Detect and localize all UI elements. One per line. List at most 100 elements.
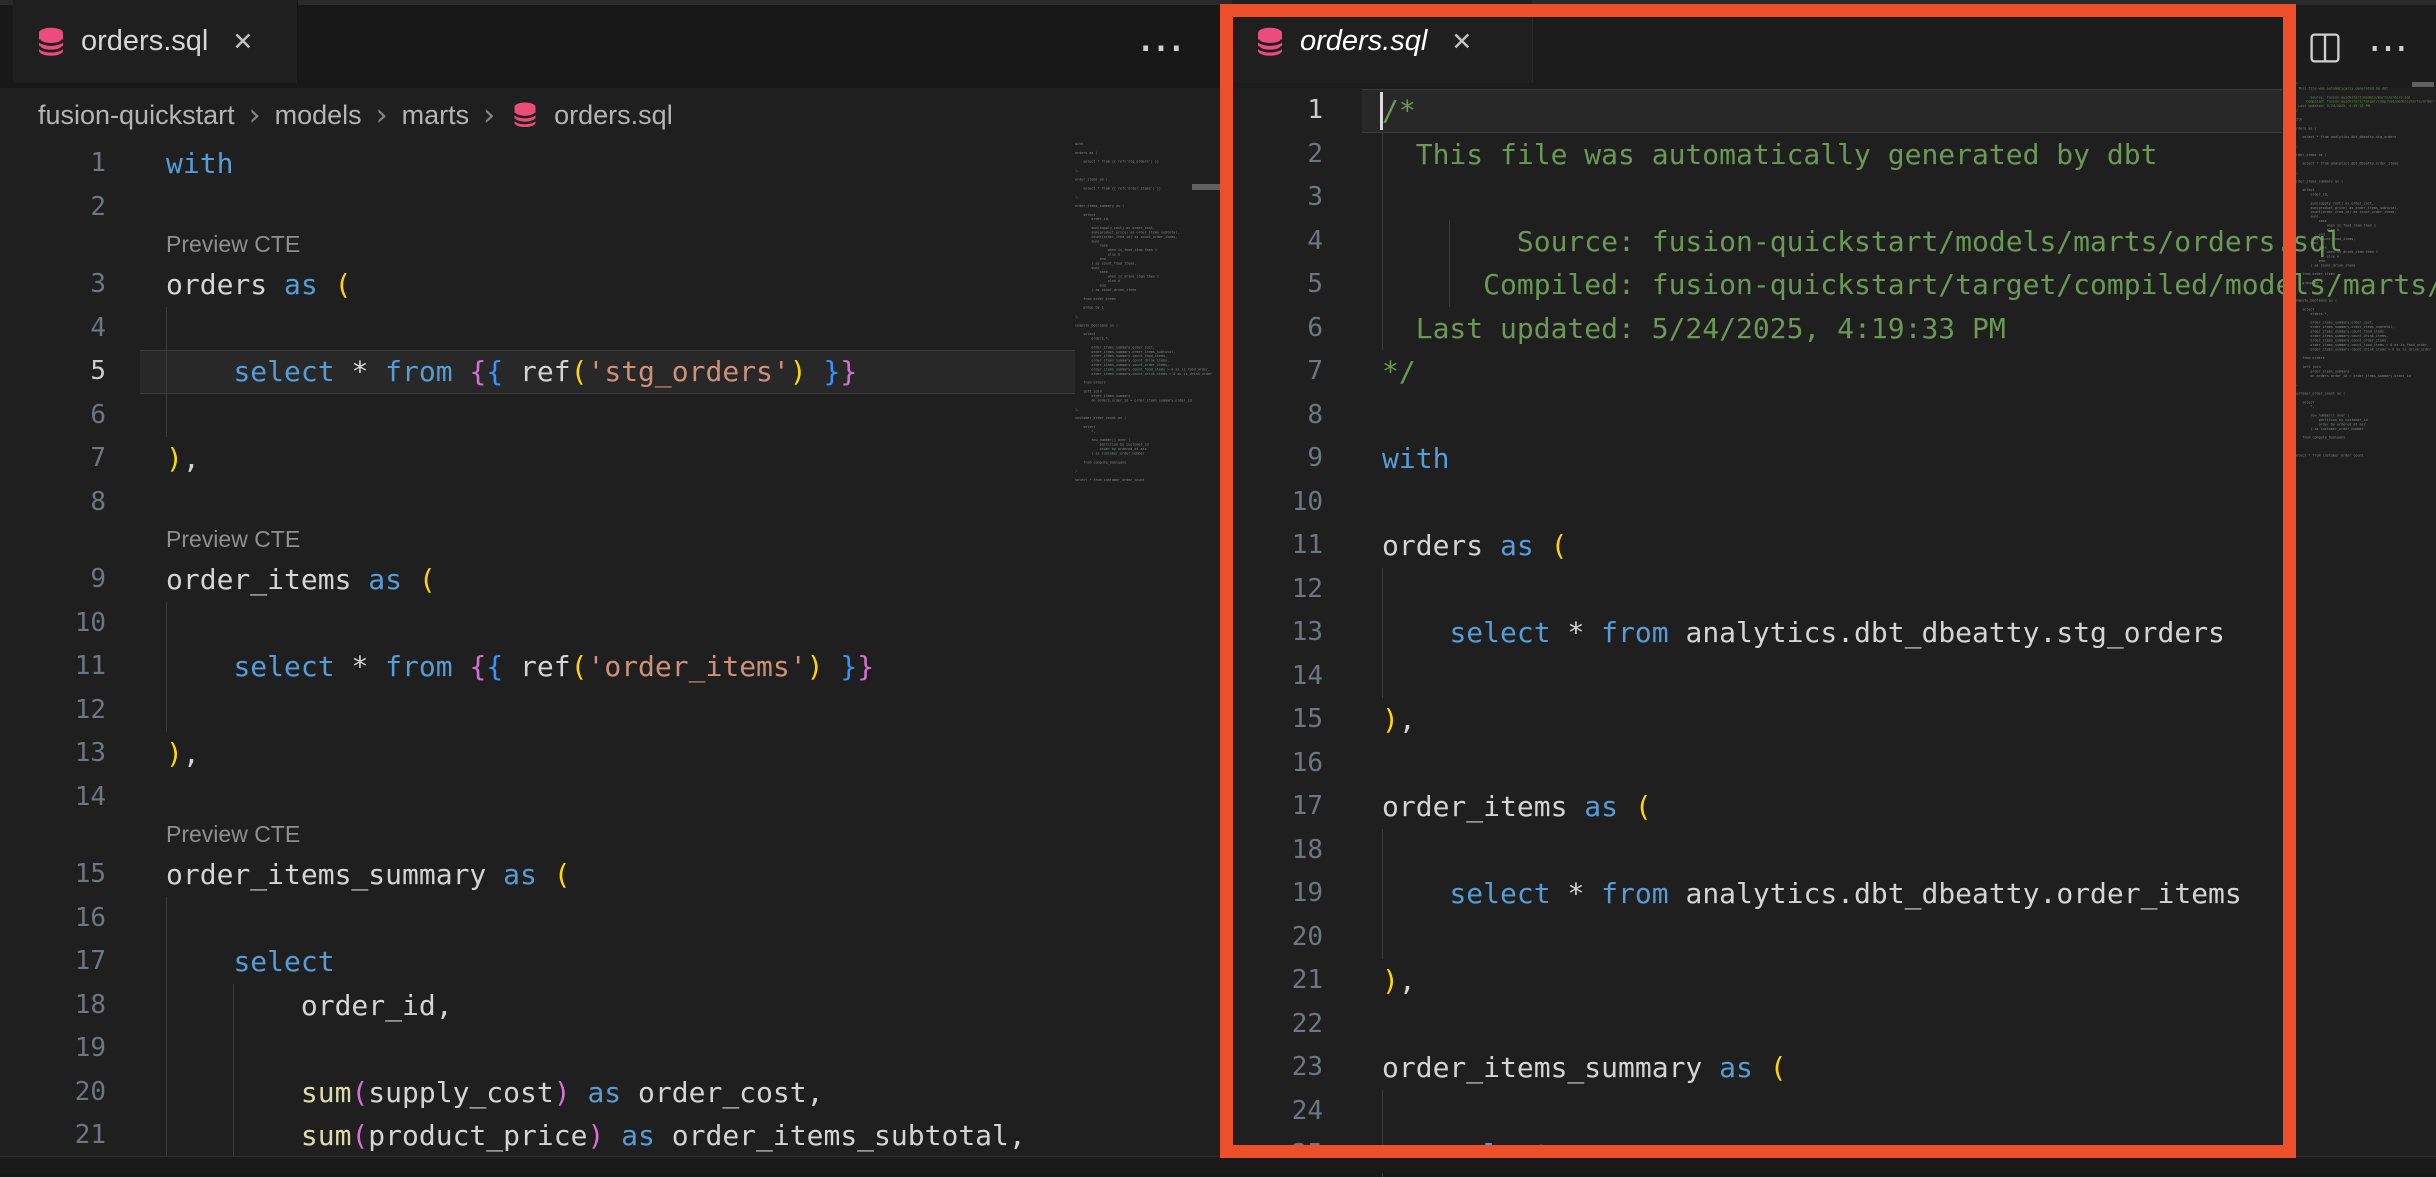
chevron-right-icon: › xyxy=(375,98,389,133)
code-line[interactable]: 6 Last updated: 5/24/2025, 4:19:33 PM xyxy=(1232,307,2436,351)
editor-right-compiled-preview[interactable]: 1/*2 This file was automatically generat… xyxy=(1232,89,2436,1172)
current-line-highlight xyxy=(1362,89,2282,133)
close-icon[interactable]: ✕ xyxy=(1451,27,1472,56)
code-line[interactable]: 7), xyxy=(0,437,1232,481)
code-line[interactable]: 19 select * from analytics.dbt_dbeatty.o… xyxy=(1232,872,2436,916)
line-number: 12 xyxy=(1232,568,1323,612)
line-number: 5 xyxy=(1232,263,1323,307)
line-number: 19 xyxy=(1232,872,1323,916)
breadcrumb-file[interactable]: orders.sql xyxy=(554,100,673,131)
tab-orders-sql-right[interactable]: orders.sql ✕ xyxy=(1232,0,1533,83)
more-actions-icon[interactable]: ⋯ xyxy=(1138,21,1186,73)
code-line[interactable]: 15), xyxy=(1232,698,2436,742)
code-line[interactable]: 11orders as ( xyxy=(1232,524,2436,568)
code-text: This file was automatically generated by… xyxy=(1382,133,2157,177)
scrollbar-cursor-marker-right[interactable] xyxy=(2412,82,2434,87)
line-number: 11 xyxy=(0,645,106,689)
code-line[interactable]: 17order_items as ( xyxy=(1232,785,2436,829)
code-text: */ xyxy=(1382,350,1416,394)
breadcrumb-item[interactable]: models xyxy=(275,100,362,131)
code-text: orders as ( xyxy=(166,263,351,307)
code-line[interactable]: 13 select * from analytics.dbt_dbeatty.s… xyxy=(1232,611,2436,655)
breadcrumb-item[interactable]: fusion-quickstart xyxy=(38,100,235,131)
code-line[interactable]: 16 xyxy=(1232,742,2436,786)
line-number: 21 xyxy=(1232,959,1323,1003)
code-text: ), xyxy=(166,732,200,776)
code-line[interactable]: 4 xyxy=(0,307,1232,351)
code-line[interactable]: 22 xyxy=(1232,1003,2436,1047)
line-number: 6 xyxy=(1232,307,1323,351)
code-line[interactable]: 19 xyxy=(0,1027,1232,1071)
code-line[interactable]: 3 xyxy=(1232,176,2436,220)
code-line[interactable]: 6 xyxy=(0,394,1232,438)
database-icon xyxy=(35,26,67,58)
minimap-right[interactable]: /* This file was automatically generated… xyxy=(2294,82,2434,602)
code-line[interactable]: 5 select * from {{ ref('stg_orders') }} xyxy=(0,350,1232,394)
breadcrumb[interactable]: fusion-quickstart›models›marts›orders.sq… xyxy=(38,98,673,133)
code-line[interactable]: 12 xyxy=(0,689,1232,733)
codelens-preview-cte[interactable]: Preview CTE xyxy=(166,231,300,258)
code-text: Last updated: 5/24/2025, 4:19:33 PM xyxy=(1382,307,2006,351)
code-text: with xyxy=(166,142,233,186)
code-line[interactable]: 8 xyxy=(0,481,1232,525)
code-line[interactable]: 1/* xyxy=(1232,89,2436,133)
chevron-right-icon: › xyxy=(482,98,496,133)
text-cursor xyxy=(1380,92,1383,130)
code-line[interactable]: 3orders as ( xyxy=(0,263,1232,307)
code-line[interactable]: 12 xyxy=(1232,568,2436,612)
code-line[interactable]: 7 */ xyxy=(1232,350,2436,394)
code-line[interactable]: 24 xyxy=(1232,1090,2436,1134)
code-line[interactable]: 2 xyxy=(0,186,1232,230)
line-number: 4 xyxy=(1232,220,1323,264)
code-line[interactable]: 14 xyxy=(0,776,1232,820)
code-line[interactable]: 4 Source: fusion-quickstart/models/marts… xyxy=(1232,220,2436,264)
line-number: 17 xyxy=(0,940,106,984)
line-number: 3 xyxy=(1232,176,1323,220)
split-editor-icon[interactable] xyxy=(2308,31,2342,65)
breadcrumb-row: fusion-quickstart›models›marts›orders.sq… xyxy=(0,88,1232,142)
tab-orders-sql-left[interactable]: orders.sql ✕ xyxy=(13,0,298,83)
code-line[interactable]: 23order_items_summary as ( xyxy=(1232,1046,2436,1090)
code-line[interactable]: 9order_items as ( xyxy=(0,558,1232,602)
code-line[interactable]: 10 xyxy=(0,602,1232,646)
code-line[interactable]: 18 xyxy=(1232,829,2436,873)
code-line[interactable]: 5 Compiled: fusion-quickstart/target/com… xyxy=(1232,263,2436,307)
scrollbar-cursor-marker-left[interactable] xyxy=(1192,184,1220,190)
code-text: order_items_summary as ( xyxy=(166,853,571,897)
code-line[interactable]: 20 xyxy=(1232,916,2436,960)
line-number: 15 xyxy=(0,853,106,897)
minimap-left[interactable]: with orders as ( select * from {{ ref('s… xyxy=(1075,142,1223,662)
code-line[interactable]: 1with xyxy=(0,142,1232,186)
breadcrumb-item[interactable]: marts xyxy=(402,100,470,131)
line-number: 20 xyxy=(0,1071,106,1115)
code-line[interactable]: 21 sum(product_price) as order_items_sub… xyxy=(0,1114,1232,1158)
editor-left-source[interactable]: 1with2Preview CTE3orders as (45 select *… xyxy=(0,142,1232,1156)
code-line[interactable]: 11 select * from {{ ref('order_items') }… xyxy=(0,645,1232,689)
code-line[interactable]: 20 sum(supply_cost) as order_cost, xyxy=(0,1071,1232,1115)
line-number: 8 xyxy=(1232,394,1323,438)
code-line[interactable]: 10 xyxy=(1232,481,2436,525)
indent-guide xyxy=(1382,1090,1383,1134)
code-line[interactable]: 8 xyxy=(1232,394,2436,438)
close-icon[interactable]: ✕ xyxy=(232,27,253,56)
code-line[interactable]: 17 select xyxy=(0,940,1232,984)
codelens-preview-cte[interactable]: Preview CTE xyxy=(166,526,300,553)
code-text: order_id, xyxy=(166,984,453,1028)
line-number: 7 xyxy=(0,437,106,481)
code-line[interactable]: 16 xyxy=(0,897,1232,941)
code-line[interactable]: 2 This file was automatically generated … xyxy=(1232,133,2436,177)
code-line[interactable]: 18 order_id, xyxy=(0,984,1232,1028)
codelens-preview-cte[interactable]: Preview CTE xyxy=(166,821,300,848)
line-number: 7 xyxy=(1232,350,1323,394)
code-line[interactable]: 9with xyxy=(1232,437,2436,481)
code-line[interactable]: 21), xyxy=(1232,959,2436,1003)
code-line[interactable]: 15 order_items_summary as ( xyxy=(0,853,1232,897)
code-text: ), xyxy=(166,437,200,481)
line-number: 18 xyxy=(0,984,106,1028)
code-line[interactable]: 14 xyxy=(1232,655,2436,699)
more-actions-icon[interactable]: ⋯ xyxy=(2368,28,2410,68)
tab-label: orders.sql xyxy=(1300,25,1427,58)
code-line[interactable]: 13), xyxy=(0,732,1232,776)
code-text: select * from {{ ref('stg_orders') }} xyxy=(166,350,857,394)
line-number: 13 xyxy=(0,732,106,776)
